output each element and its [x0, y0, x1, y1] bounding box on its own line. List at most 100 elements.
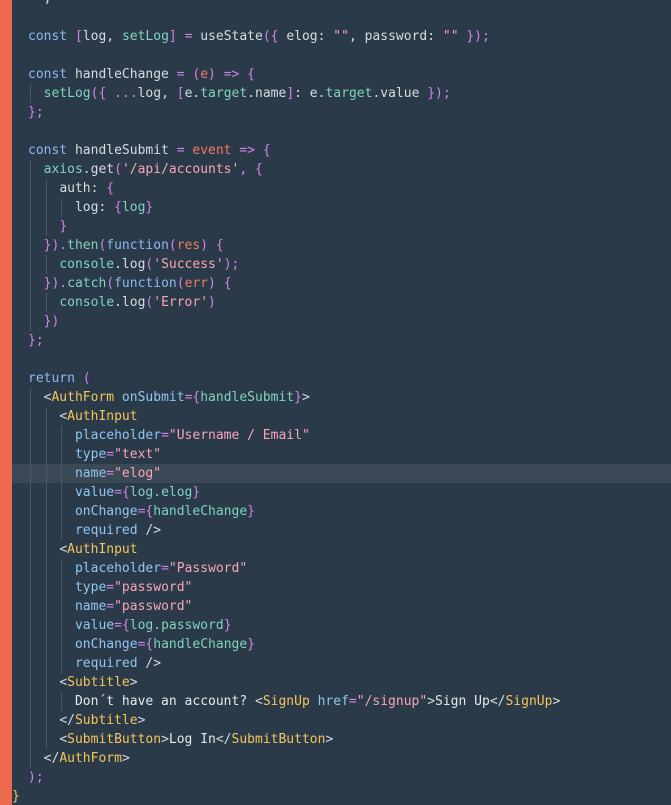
- code-area[interactable]: , const [log, setLog] = useState({ elog: …: [12, 0, 671, 805]
- code-token: event: [184, 143, 240, 158]
- code-lines: , const [log, setLog] = useState({ elog: …: [12, 0, 671, 805]
- code-line[interactable]: value={log.elog}: [12, 483, 671, 502]
- code-line[interactable]: auth: {: [12, 179, 671, 198]
- code-line[interactable]: }).then(function(res) {: [12, 236, 671, 255]
- code-token: Subtitle: [67, 675, 130, 690]
- indent-guide: [30, 540, 31, 559]
- code-line[interactable]: console.log('Success');: [12, 255, 671, 274]
- code-editor[interactable]: , const [log, setLog] = useState({ elog: …: [0, 0, 671, 805]
- indent-guide: [30, 521, 31, 540]
- code-line[interactable]: </AuthForm>: [12, 749, 671, 768]
- code-token: ): [208, 67, 224, 82]
- indent-guide: [30, 312, 31, 331]
- code-line[interactable]: value={log.password}: [12, 616, 671, 635]
- code-line[interactable]: [12, 350, 671, 369]
- code-line[interactable]: placeholder="Password": [12, 559, 671, 578]
- code-token: >: [161, 732, 169, 747]
- code-token: auth:: [59, 181, 107, 196]
- code-line[interactable]: );: [12, 768, 671, 787]
- code-token: =: [106, 580, 115, 595]
- code-token: }: [59, 219, 68, 234]
- code-token: handleSubmit: [74, 143, 177, 158]
- code-line[interactable]: }).catch(function(err) {: [12, 274, 671, 293]
- code-token: SignUp: [505, 694, 553, 709]
- code-token: , password:: [348, 29, 443, 44]
- code-line[interactable]: <AuthForm onSubmit={handleSubmit}>: [12, 388, 671, 407]
- code-line[interactable]: onChange={handleChange}: [12, 635, 671, 654]
- code-line[interactable]: log: {log}: [12, 198, 671, 217]
- code-line[interactable]: onChange={handleChange}: [12, 502, 671, 521]
- code-line[interactable]: setLog({ ...log, [e.target.name]: e.targ…: [12, 84, 671, 103]
- indent-guide: [45, 616, 47, 635]
- code-token: name: [74, 466, 107, 481]
- code-token: =: [176, 143, 185, 158]
- code-token: handleChange: [153, 504, 248, 519]
- code-line[interactable]: console.log('Error'): [12, 293, 671, 312]
- code-token: ]: [168, 29, 185, 44]
- code-line[interactable]: <Subtitle>: [12, 673, 671, 692]
- code-line[interactable]: placeholder="Username / Email": [12, 426, 671, 445]
- code-line[interactable]: <SubmitButton>Log In</SubmitButton>: [12, 730, 671, 749]
- code-line[interactable]: required />: [12, 521, 671, 540]
- indent-guide: [30, 502, 31, 521]
- code-line[interactable]: const [log, setLog] = useState({ elog: "…: [12, 27, 671, 46]
- code-line[interactable]: Don´t have an account? <SignUp href="/si…: [12, 692, 671, 711]
- indent-guide: [45, 255, 47, 274]
- code-token: =>: [223, 67, 240, 82]
- code-line[interactable]: }: [12, 787, 671, 805]
- code-line[interactable]: }): [12, 312, 671, 331]
- indent-guide: [30, 578, 31, 597]
- code-token: =: [114, 485, 122, 500]
- code-line[interactable]: axios.get('/api/accounts', {: [12, 160, 671, 179]
- code-token: target: [325, 86, 373, 101]
- code-token: 'Error': [153, 295, 209, 310]
- code-token: const: [28, 67, 75, 82]
- code-token: [: [176, 86, 185, 101]
- code-token: catch: [67, 276, 107, 291]
- code-token: "": [333, 29, 349, 44]
- code-token: SubmitButton: [67, 732, 162, 747]
- code-token: console: [59, 257, 115, 272]
- code-token: >: [121, 751, 130, 766]
- code-token: target: [200, 86, 248, 101]
- code-token: Don´t have an account?: [74, 694, 255, 709]
- code-line[interactable]: [12, 8, 671, 27]
- indent-guide: [61, 483, 63, 502]
- code-token: </: [489, 694, 506, 709]
- code-line[interactable]: type="text": [12, 445, 671, 464]
- code-line[interactable]: name="password": [12, 597, 671, 616]
- code-token: placeholder: [74, 428, 162, 443]
- indent-guide: [61, 559, 63, 578]
- code-line[interactable]: };: [12, 331, 671, 350]
- code-token: SubmitButton: [231, 732, 326, 747]
- indent-guide: [61, 635, 63, 654]
- code-line[interactable]: <AuthInput: [12, 540, 671, 559]
- code-token: Subtitle: [74, 713, 138, 728]
- indent-guide: [45, 217, 47, 236]
- code-line[interactable]: [12, 46, 671, 65]
- code-line[interactable]: const handleChange = (e) => {: [12, 65, 671, 84]
- code-token: <: [59, 732, 68, 747]
- code-line[interactable]: ,: [12, 0, 671, 8]
- code-token: <: [254, 694, 263, 709]
- code-token: log,: [82, 29, 122, 44]
- code-token: >: [301, 390, 310, 405]
- code-line[interactable]: <AuthInput: [12, 407, 671, 426]
- code-token: =: [176, 67, 185, 82]
- code-token: value: [74, 618, 115, 633]
- code-line[interactable]: </Subtitle>: [12, 711, 671, 730]
- code-line[interactable]: required />: [12, 654, 671, 673]
- indent-guide: [30, 407, 31, 426]
- indent-guide: [45, 445, 47, 464]
- code-token: .log: [114, 257, 146, 272]
- code-token: href: [309, 694, 349, 709]
- indent-guide: [30, 711, 31, 730]
- code-line[interactable]: [12, 122, 671, 141]
- code-line[interactable]: const handleSubmit = event => {: [12, 141, 671, 160]
- code-line[interactable]: type="password": [12, 578, 671, 597]
- code-line[interactable]: name="elog": [12, 464, 671, 483]
- code-line[interactable]: }: [12, 217, 671, 236]
- code-token: ) {: [208, 276, 232, 291]
- code-line[interactable]: return (: [12, 369, 671, 388]
- code-line[interactable]: };: [12, 103, 671, 122]
